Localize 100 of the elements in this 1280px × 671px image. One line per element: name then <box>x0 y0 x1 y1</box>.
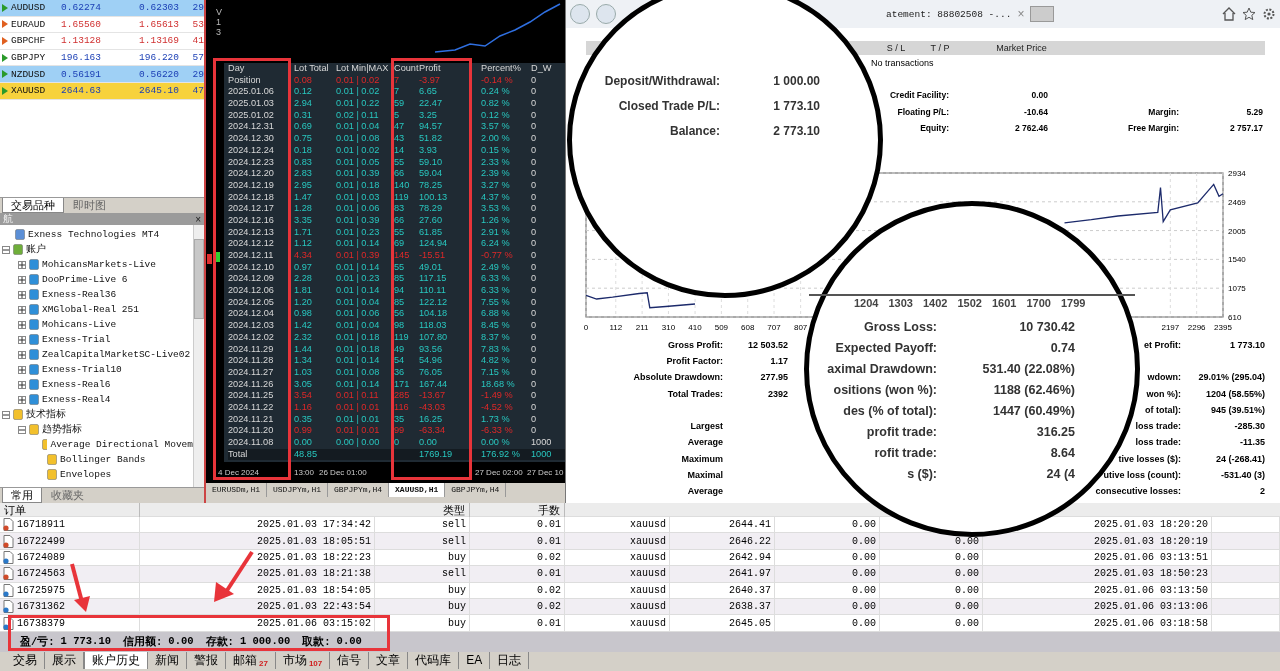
count-cell-text: 145 <box>394 250 411 262</box>
lot-total-cell-text: 1.28 <box>294 203 313 215</box>
panel-tab[interactable]: 即时图 <box>64 198 115 213</box>
empty-message: No transactions <box>871 57 935 70</box>
collapse-toggle[interactable] <box>2 410 10 419</box>
symbol-cell: xauusd <box>565 598 670 615</box>
lot-total-cell-text: 0.83 <box>294 156 313 169</box>
lots-cell: 0.01 <box>470 517 565 533</box>
lot-total-cell-text: 0.99 <box>294 425 313 437</box>
chart-tab[interactable]: XAUUSD,H1 <box>389 483 446 497</box>
profit-cell-text: 76.05 <box>419 366 443 379</box>
terminal-tab[interactable]: 警报 <box>187 651 226 669</box>
count-cell-text: 99 <box>394 425 406 437</box>
close-button[interactable]: × <box>195 213 201 225</box>
day-cell-text: 2024.12.05 <box>228 296 275 309</box>
type-cell: buy <box>375 549 470 566</box>
day-cell-text: 2024.11.08 <box>228 437 275 449</box>
tree-item[interactable]: Exness-Trial10 <box>42 364 122 375</box>
tree-item[interactable]: 趋势指标 <box>42 423 82 436</box>
browser-tab[interactable]: atement: 88802508 -... <box>886 4 1012 24</box>
expand-toggle[interactable] <box>18 275 26 284</box>
expand-toggle[interactable] <box>18 260 26 269</box>
day-cell-text: 2024.12.02 <box>228 331 275 344</box>
terminal-tab[interactable]: 文章 <box>369 651 409 669</box>
column-header: T / P <box>929 43 951 53</box>
collapse-toggle[interactable] <box>2 245 10 254</box>
expand-toggle[interactable] <box>18 380 26 389</box>
symbol-row[interactable]: NZDUSD 0.56191 0.56220 29 <box>0 66 204 83</box>
bid-price: 1.65560 <box>60 18 101 30</box>
account-icon <box>29 259 39 270</box>
tree-item[interactable]: 账户 <box>26 243 46 256</box>
tree-item[interactable]: Average Directional Movem <box>50 439 193 450</box>
symbol-name: GBPJPY <box>11 52 47 64</box>
spread-value: 53 <box>191 18 204 30</box>
tree-item[interactable]: Exness Technologies MT4 <box>28 229 160 240</box>
day-cell-text: 2024.11.21 <box>228 413 275 426</box>
type-cell: sell <box>375 533 470 549</box>
tree-item[interactable]: Mohicans-Live <box>42 319 117 330</box>
expand-toggle[interactable] <box>18 335 26 344</box>
expand-toggle[interactable] <box>18 350 26 359</box>
day-cell-text: 2024.12.19 <box>228 179 275 192</box>
stat-value: 2 <box>1260 486 1265 497</box>
expand-toggle[interactable] <box>18 365 26 374</box>
collapse-toggle[interactable] <box>18 425 26 434</box>
home-icon[interactable] <box>1222 7 1236 21</box>
terminal-tab[interactable]: 日志 <box>490 651 530 669</box>
expand-toggle[interactable] <box>18 395 26 404</box>
count-cell-text: 83 <box>394 203 406 215</box>
order-row[interactable]: 16724563 2025.01.03 18:21:38 sell 0.01 xauusd 2641.97 0.00 0.00 2025.01.03 18:50:23 <box>0 566 1280 583</box>
account-label: Margin: <box>1148 106 1179 117</box>
panel-tab[interactable]: 交易品种 <box>2 198 64 213</box>
order-id: 16722499 <box>17 535 65 547</box>
profit-cell-text: -63.34 <box>419 425 447 437</box>
bid-price: 0.56191 <box>60 68 101 80</box>
symbol-row[interactable]: AUDUSD 0.62274 0.62303 29 <box>0 0 204 17</box>
panel-tab[interactable]: 收藏夹 <box>42 488 93 503</box>
terminal-tab[interactable]: 交易 <box>6 651 45 669</box>
tree-item[interactable]: Envelopes <box>60 469 112 480</box>
sell-order-icon <box>3 567 14 581</box>
tree-item[interactable]: Exness-Real6 <box>42 379 111 390</box>
count-cell-text: 66 <box>394 168 406 180</box>
tree-item[interactable]: Exness-Real4 <box>42 394 111 405</box>
panel-tab[interactable]: 常用 <box>2 488 42 503</box>
dw-cell-text: 0 <box>531 261 538 274</box>
percent-cell-text: 3.27 % <box>481 179 511 192</box>
percent-cell-text: 7.83 % <box>481 343 511 356</box>
order-row[interactable]: 16722499 2025.01.03 18:05:51 sell 0.01 xauusd 2646.22 0.00 0.00 2025.01.03 18:20:19 <box>0 533 1280 550</box>
account-icon <box>29 394 39 405</box>
settings-icon[interactable] <box>1262 7 1276 21</box>
terminal-tab[interactable]: EA <box>459 651 491 669</box>
expand-toggle[interactable] <box>18 290 26 299</box>
day-cell-text: 2024.11.22 <box>228 401 275 414</box>
sl-cell: 0.00 <box>775 582 880 598</box>
indicator-icon <box>13 409 23 420</box>
percent-cell-text: -0.14 % <box>481 74 514 87</box>
tree-item[interactable]: Exness-Real36 <box>42 289 117 300</box>
profit-cell-text: 117.15 <box>419 273 448 286</box>
expand-toggle[interactable] <box>18 305 26 314</box>
tree-item[interactable]: Bollinger Bands <box>60 454 146 465</box>
terminal-tab[interactable]: 信号 <box>330 651 370 669</box>
count-cell-text: 171 <box>394 378 411 391</box>
tree-item[interactable]: DooPrime-Live 6 <box>42 274 128 285</box>
magnified-value: 10 730.42 <box>1019 320 1075 334</box>
terminal-tab[interactable]: 新闻 <box>148 651 187 669</box>
tree-item[interactable]: Exness-Trial <box>42 334 111 345</box>
tree-item[interactable]: MohicansMarkets-Live <box>42 259 157 270</box>
expand-toggle[interactable] <box>18 320 26 329</box>
profit-cell-text: 0.00 <box>419 437 438 449</box>
tree-item[interactable]: XMGlobal-Real 251 <box>42 304 139 315</box>
scrollbar[interactable] <box>193 225 204 487</box>
tree-item[interactable]: ZealCapitalMarketSC-Live02 <box>42 349 191 360</box>
magnified-axis-label: 1799 <box>1060 297 1086 309</box>
dw-cell-text: 0 <box>531 238 538 250</box>
y-tick-label: 610 <box>1228 312 1242 322</box>
dw-cell-text: 0 <box>531 343 538 356</box>
lot-total-cell-text: 1.16 <box>294 401 313 414</box>
star-icon[interactable] <box>1242 7 1256 21</box>
tree-item[interactable]: 技术指标 <box>26 408 66 421</box>
lots-cell: 0.02 <box>470 598 565 615</box>
terminal-tab[interactable]: 代码库 <box>408 651 460 669</box>
